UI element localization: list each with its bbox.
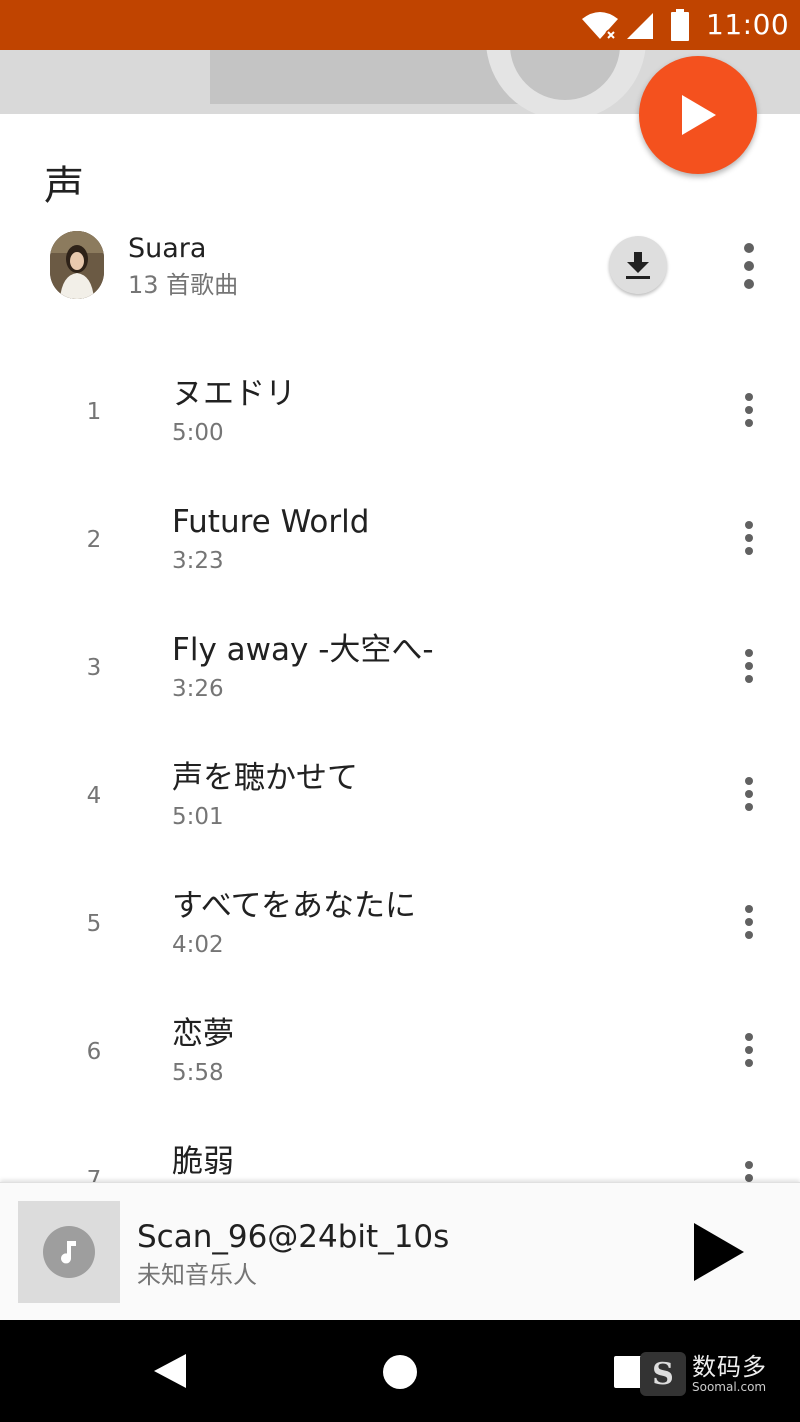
back-icon[interactable] <box>152 1352 188 1390</box>
watermark: S 数码多 Soomal.com <box>640 1352 767 1396</box>
watermark-text: 数码多 Soomal.com <box>692 1354 767 1394</box>
track-duration: 3:23 <box>172 548 224 574</box>
track-number: 7 <box>86 1167 102 1182</box>
artist-avatar[interactable] <box>50 231 104 299</box>
track-list[interactable]: 1 ヌエドリ 5:00 2 Future World 3:23 3 Fly aw… <box>0 340 800 1182</box>
album-title: 声 <box>44 163 84 209</box>
track-row[interactable]: 7 脆弱 <box>0 1108 800 1182</box>
track-more-icon[interactable] <box>734 902 764 942</box>
now-playing-artist: 未知音乐人 <box>137 1261 257 1289</box>
watermark-site: Soomal.com <box>692 1380 767 1394</box>
track-row[interactable]: 3 Fly away -大空へ- 3:26 <box>0 596 800 724</box>
signal-icon <box>627 13 653 39</box>
track-number: 5 <box>86 911 102 937</box>
track-duration: 3:26 <box>172 676 224 702</box>
wifi-icon <box>582 12 618 41</box>
watermark-logo: S <box>640 1352 686 1396</box>
play-icon[interactable] <box>684 1219 750 1285</box>
track-title: ヌエドリ <box>172 376 296 412</box>
track-title: Future World <box>172 504 370 540</box>
track-more-icon[interactable] <box>734 1158 764 1182</box>
track-more-icon[interactable] <box>734 390 764 430</box>
album-more-icon[interactable] <box>734 240 764 292</box>
track-row[interactable]: 5 すべてをあなたに 4:02 <box>0 852 800 980</box>
track-number: 4 <box>86 783 102 809</box>
track-more-icon[interactable] <box>734 518 764 558</box>
now-playing-art-placeholder <box>43 1226 95 1278</box>
track-duration: 5:58 <box>172 1060 224 1086</box>
track-row[interactable]: 1 ヌエドリ 5:00 <box>0 340 800 468</box>
song-count: 13 首歌曲 <box>128 271 239 299</box>
track-more-icon[interactable] <box>734 1030 764 1070</box>
track-more-icon[interactable] <box>734 774 764 814</box>
track-title: 声を聴かせて <box>172 760 358 796</box>
album-art-shape <box>210 50 530 104</box>
track-title: 脆弱 <box>172 1144 234 1180</box>
artist-name[interactable]: Suara <box>128 232 206 266</box>
home-icon[interactable] <box>383 1355 417 1389</box>
track-title: Fly away -大空へ- <box>172 632 434 668</box>
track-number: 6 <box>86 1039 102 1065</box>
track-title: 恋夢 <box>172 1016 234 1052</box>
play-all-button[interactable] <box>639 56 757 174</box>
play-icon <box>682 95 716 135</box>
track-duration: 4:02 <box>172 932 224 958</box>
track-row[interactable]: 4 声を聴かせて 5:01 <box>0 724 800 852</box>
watermark-name: 数码多 <box>692 1353 767 1381</box>
now-playing-title: Scan_96@24bit_10s <box>137 1219 450 1255</box>
now-playing-bar[interactable]: Scan_96@24bit_10s 未知音乐人 <box>0 1182 800 1320</box>
track-title: すべてをあなたに <box>172 888 416 924</box>
track-number: 2 <box>86 527 102 553</box>
track-row[interactable]: 2 Future World 3:23 <box>0 468 800 596</box>
track-duration: 5:00 <box>172 420 224 446</box>
status-clock: 11:00 <box>706 8 790 41</box>
track-number: 1 <box>86 399 102 425</box>
download-icon <box>626 252 650 279</box>
track-number: 3 <box>86 655 102 681</box>
battery-icon <box>671 9 689 41</box>
system-nav-bar: S 数码多 Soomal.com <box>0 1320 800 1422</box>
track-more-icon[interactable] <box>734 646 764 686</box>
status-bar: 11:00 <box>0 0 800 50</box>
track-row[interactable]: 6 恋夢 5:58 <box>0 980 800 1108</box>
now-playing-art <box>18 1201 120 1303</box>
music-note-icon <box>61 1241 76 1264</box>
track-duration: 5:01 <box>172 804 224 830</box>
artist-photo <box>50 231 104 299</box>
download-button[interactable] <box>609 236 667 294</box>
